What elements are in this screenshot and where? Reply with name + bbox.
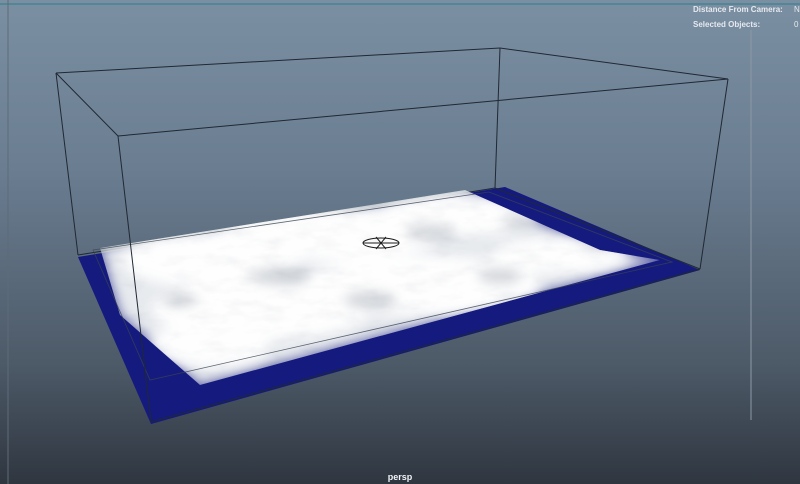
camera-name-label: persp bbox=[387, 472, 413, 482]
hud-distance-value: N bbox=[794, 5, 800, 14]
hud-selected-value: 0 bbox=[794, 20, 799, 29]
hud-distance-label: Distance From Camera: bbox=[693, 5, 783, 14]
perspective-viewport[interactable]: Distance From Camera: N Selected Objects… bbox=[0, 0, 800, 484]
scene-render[interactable] bbox=[0, 0, 800, 484]
hud-selected-label: Selected Objects: bbox=[693, 20, 761, 29]
